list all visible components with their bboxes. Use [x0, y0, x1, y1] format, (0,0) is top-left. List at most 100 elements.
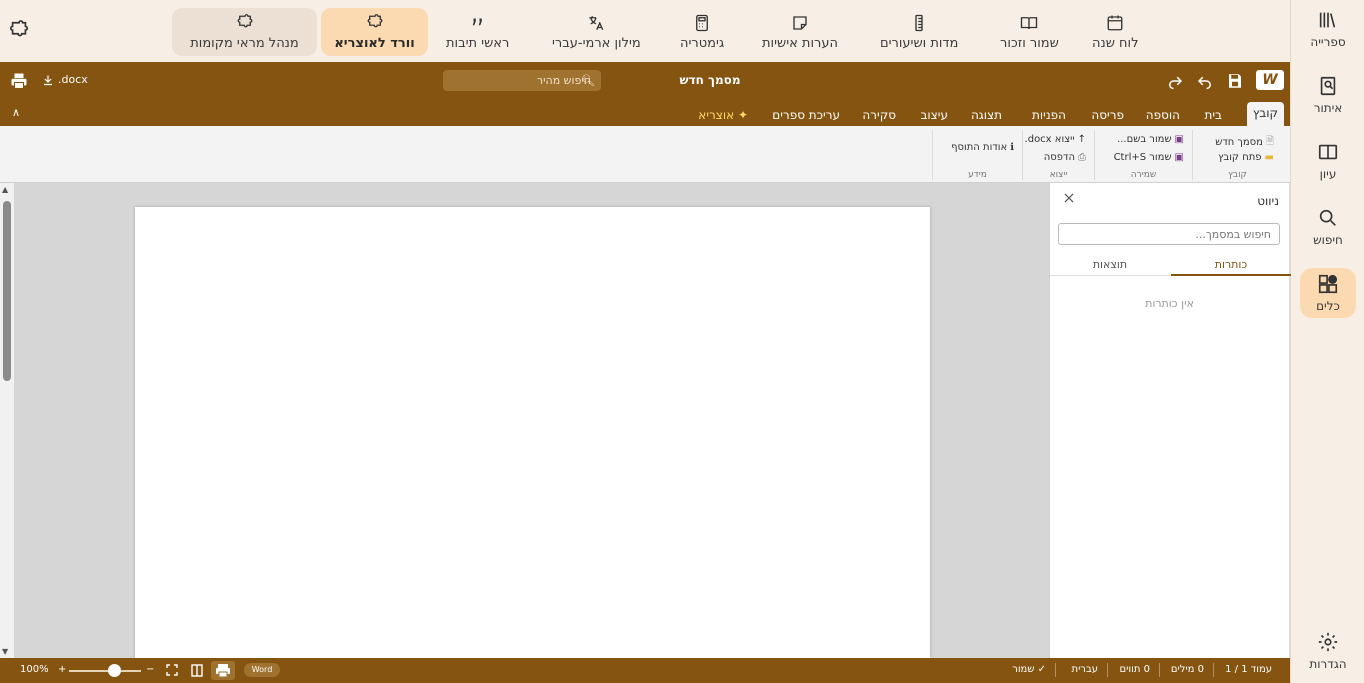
- tool-sources-manager[interactable]: מנהל מראי מקומות: [172, 8, 317, 56]
- document-title: מסמך חדש: [679, 73, 741, 87]
- search-icon: 🔍︎: [581, 74, 595, 87]
- sidebar-item-label: חיפוש: [1313, 233, 1343, 247]
- status-divider: [1159, 663, 1160, 677]
- print-layout-button[interactable]: [211, 661, 235, 680]
- tool-measures[interactable]: מדות ושיעורים: [868, 8, 970, 56]
- document-page[interactable]: [135, 207, 930, 658]
- export-docx-button[interactable]: ↑ ייצוא docx.: [1025, 134, 1086, 145]
- download-docx-button[interactable]: docx.: [42, 73, 88, 86]
- open-file-button[interactable]: ▬ פתח קובץ: [1218, 152, 1274, 163]
- ribbon-tabs: קובץ בית הוספה פריסה הפניות תצוגה עיצוב …: [0, 100, 1290, 126]
- tab-headings[interactable]: כותרות: [1171, 254, 1291, 276]
- new-document-icon: 🗎︎: [1265, 136, 1274, 147]
- quote-icon: [472, 18, 482, 25]
- extensions-puzzle-icon[interactable]: [8, 20, 30, 42]
- tool-shamor-vezachor[interactable]: שמור וזכור: [988, 8, 1071, 56]
- tool-aramaic-dictionary[interactable]: מילון ארמי-עברי: [540, 8, 653, 56]
- collapse-ribbon-icon[interactable]: ∧: [12, 106, 20, 119]
- sidebar-item-library[interactable]: ספרייה: [1300, 4, 1356, 54]
- tab-references[interactable]: הפניות: [1026, 104, 1072, 126]
- tool-label: מדות ושיעורים: [880, 35, 959, 51]
- tab-book-editing[interactable]: עריכת ספרים: [766, 104, 846, 126]
- tab-file[interactable]: קובץ: [1246, 102, 1284, 126]
- new-document-label: מסמך חדש: [1215, 137, 1263, 148]
- ribbon-group-file: 🗎︎ מסמך חדש ▬ פתח קובץ קובץ: [1192, 130, 1282, 180]
- sidebar-item-search[interactable]: חיפוש: [1300, 202, 1356, 252]
- save-icon[interactable]: [1226, 72, 1244, 90]
- zoom-in-button[interactable]: +: [58, 664, 66, 675]
- status-bar: עמוד 1 / 1 0 מילים 0 תווים עברית ✓ שמור …: [0, 658, 1290, 683]
- tool-label: מנהל מראי מקומות: [190, 35, 299, 51]
- tab-view[interactable]: תצוגה: [965, 104, 1008, 126]
- tool-label: גימטריה: [680, 35, 725, 51]
- zoom-out-button[interactable]: −: [146, 664, 154, 675]
- scroll-thumb[interactable]: [3, 201, 11, 381]
- word-count: 0 מילים: [1170, 664, 1204, 675]
- document-search-input[interactable]: [1058, 223, 1280, 245]
- sidebar-item-find[interactable]: איתור: [1300, 70, 1356, 120]
- print-icon[interactable]: [10, 72, 28, 90]
- tool-calendar[interactable]: לוח שנה: [1080, 8, 1150, 56]
- ruler-icon: [915, 14, 923, 31]
- tool-personal-notes[interactable]: הערות אישיות: [750, 8, 850, 56]
- new-document-button[interactable]: 🗎︎ מסמך חדש: [1215, 134, 1274, 151]
- search-icon: [1319, 209, 1336, 226]
- save-button[interactable]: ▣ שמור Ctrl+S: [1114, 152, 1184, 163]
- language-indicator[interactable]: עברית: [1072, 664, 1099, 675]
- document-scrollbar[interactable]: ▲ ▼: [0, 183, 14, 658]
- zoom-slider[interactable]: [69, 670, 141, 672]
- read-mode-icon[interactable]: [191, 664, 203, 677]
- ribbon-group-label: שמירה: [1130, 170, 1157, 180]
- undo-icon[interactable]: [1196, 72, 1214, 90]
- scroll-down-icon[interactable]: ▼: [2, 647, 8, 656]
- tool-label: וורד לאוצריא: [334, 35, 415, 51]
- ribbon-group-save: ▣ שמור בשם... ▣ שמור Ctrl+S שמירה: [1094, 130, 1192, 180]
- tab-insert[interactable]: הוספה: [1140, 104, 1186, 126]
- about-addon-label: אודות התוסף: [951, 142, 1008, 153]
- tool-word-to-otzaria[interactable]: וורד לאוצריא: [321, 8, 428, 56]
- tab-review[interactable]: סקירה: [856, 104, 902, 126]
- ribbon-group-label: ייצוא: [1049, 170, 1068, 180]
- calendar-icon: [1107, 15, 1123, 30]
- puzzle-icon: [237, 13, 252, 27]
- print-button[interactable]: ⎙ הדפסה: [1044, 152, 1086, 163]
- navigation-tabs: כותרות תוצאות: [1050, 254, 1291, 276]
- tab-otzaria[interactable]: ✦ אוצריא: [692, 104, 754, 126]
- tab-home[interactable]: בית: [1198, 104, 1228, 126]
- about-addon-button[interactable]: ℹ︎ אודות התוסף: [951, 142, 1014, 153]
- sidebar-item-study[interactable]: עיון: [1300, 136, 1356, 186]
- floppy-icon: ▣: [1174, 152, 1184, 163]
- tool-label: לוח שנה: [1092, 35, 1139, 51]
- folder-icon: ▬: [1264, 152, 1274, 163]
- redo-icon[interactable]: [1166, 72, 1184, 90]
- no-headings-message: אין כותרות: [1145, 297, 1194, 310]
- sidebar-item-settings[interactable]: הגדרות: [1300, 626, 1356, 676]
- ribbon-group-info: ℹ︎ אודות התוסף מידע: [932, 130, 1022, 180]
- app-sidebar: ספרייה איתור עיון חיפוש כלים הגדרות: [1290, 0, 1364, 683]
- tool-abbreviations[interactable]: ראשי תיבות: [434, 8, 521, 56]
- quick-search-input[interactable]: חיפוש מהיר 🔍︎: [443, 70, 601, 91]
- word-editor: W מסמך חדש חיפוש מהיר 🔍︎ docx. קובץ בית …: [0, 62, 1291, 683]
- sidebar-item-label: הגדרות: [1309, 657, 1347, 671]
- tab-layout[interactable]: פריסה: [1085, 104, 1130, 126]
- download-docx-label: docx.: [58, 73, 88, 86]
- library-icon: [1319, 12, 1336, 28]
- tab-design[interactable]: עיצוב: [914, 104, 954, 126]
- sidebar-item-tools[interactable]: כלים: [1300, 268, 1356, 318]
- save-as-button[interactable]: ▣ שמור בשם...: [1117, 134, 1184, 145]
- scroll-up-icon[interactable]: ▲: [2, 185, 8, 194]
- close-icon[interactable]: [1062, 191, 1076, 205]
- sidebar-item-label: איתור: [1313, 101, 1343, 115]
- translate-icon: [589, 15, 604, 30]
- tools-bar: לוח שנה שמור וזכור מדות ושיעורים הערות א…: [0, 0, 1290, 62]
- tab-results[interactable]: תוצאות: [1050, 254, 1170, 276]
- zoom-level[interactable]: 100%: [20, 664, 49, 675]
- tool-gematria[interactable]: גימטריה: [668, 8, 736, 56]
- tools-grid-icon: [1318, 274, 1338, 294]
- fullscreen-icon[interactable]: [166, 664, 178, 676]
- sidebar-item-label: ספרייה: [1310, 35, 1346, 49]
- zoom-slider-thumb[interactable]: [108, 664, 121, 677]
- page-counter: עמוד 1 / 1: [1225, 664, 1272, 675]
- print-label: הדפסה: [1043, 152, 1075, 163]
- sidebar-item-label: כלים: [1316, 299, 1340, 313]
